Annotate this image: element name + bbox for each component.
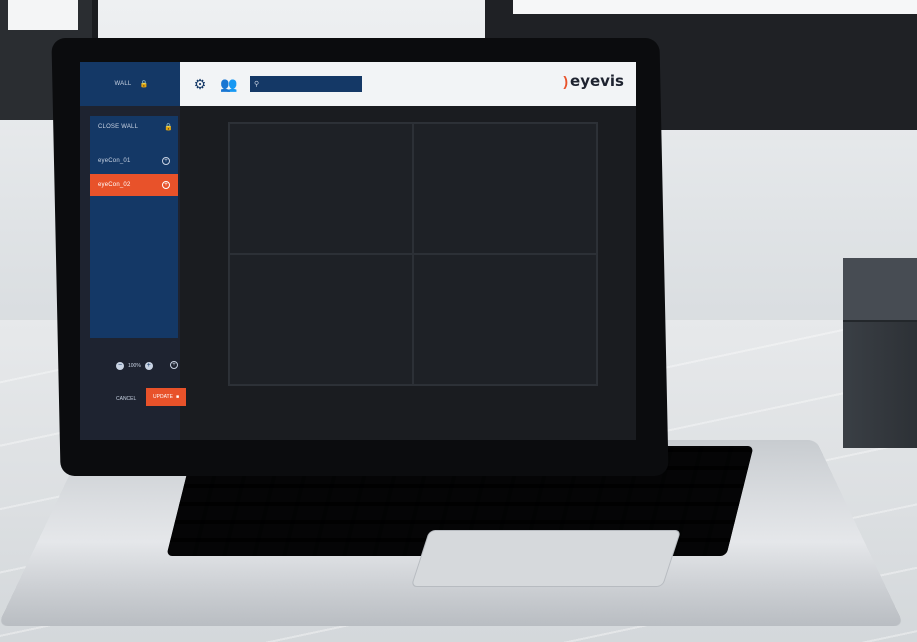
- list-item-eyecon-01[interactable]: eyeCon_01 +: [90, 150, 178, 172]
- wall-tile[interactable]: [413, 254, 597, 385]
- resize-handle-icon[interactable]: ↕: [635, 378, 636, 389]
- monitor-screen: [513, 0, 917, 14]
- gear-icon[interactable]: ⚙: [192, 76, 208, 92]
- update-button[interactable]: UPDATE ■: [146, 388, 186, 406]
- save-icon: ■: [175, 394, 179, 400]
- dark-box: [843, 258, 917, 448]
- zoom-in-icon[interactable]: +: [144, 362, 153, 370]
- wall-tile[interactable]: [229, 254, 413, 385]
- list-item-label: eyeCon_02: [98, 182, 131, 188]
- update-label: UPDATE: [153, 394, 173, 400]
- top-bar: ⚙ 👥 ⚲ ) eyevis: [180, 62, 636, 106]
- list-item-eyecon-02[interactable]: eyeCon_02 +: [90, 174, 178, 196]
- box-lid: [843, 258, 917, 322]
- add-icon[interactable]: +: [162, 181, 170, 189]
- search-box[interactable]: ⚲: [250, 76, 362, 92]
- laptop-trackpad: [410, 530, 682, 587]
- wall-panel: CLOSE WALL 🔒 eyeCon_01 + eyeCon_02 +: [90, 116, 178, 338]
- search-icon: ⚲: [254, 81, 260, 88]
- video-wall-canvas[interactable]: [228, 122, 598, 386]
- lock-icon[interactable]: 🔒: [139, 81, 148, 88]
- search-input[interactable]: [261, 77, 362, 91]
- logo-text: eyevis: [570, 72, 624, 90]
- add-icon[interactable]: +: [162, 157, 170, 165]
- sidebar-title: WALL: [114, 81, 132, 87]
- zoom-out-icon[interactable]: −: [116, 362, 124, 370]
- users-icon[interactable]: 👥: [220, 76, 237, 92]
- zoom-control: − 100% +: [116, 362, 153, 370]
- add-icon[interactable]: +: [170, 361, 178, 369]
- sidebar-header: WALL 🔒: [80, 62, 180, 106]
- laptop-screen: WALL 🔒 CLOSE WALL 🔒 eyeCon_01 + eyeCon_0…: [80, 62, 636, 440]
- brand-logo: ) eyevis: [563, 72, 624, 90]
- sidebar: WALL 🔒 CLOSE WALL 🔒 eyeCon_01 + eyeCon_0…: [80, 62, 186, 440]
- cancel-button[interactable]: CANCEL: [116, 396, 136, 402]
- close-wall-label: CLOSE WALL: [98, 124, 139, 130]
- list-item-label: eyeCon_01: [98, 158, 131, 164]
- zoom-level: 100%: [128, 363, 141, 369]
- close-wall-button[interactable]: CLOSE WALL 🔒: [90, 116, 178, 138]
- logo-mark: ): [563, 73, 569, 89]
- lock-icon: 🔒: [164, 123, 173, 131]
- wall-tile[interactable]: [413, 123, 597, 254]
- monitor-screen: [8, 0, 78, 30]
- wall-tile[interactable]: [229, 123, 413, 254]
